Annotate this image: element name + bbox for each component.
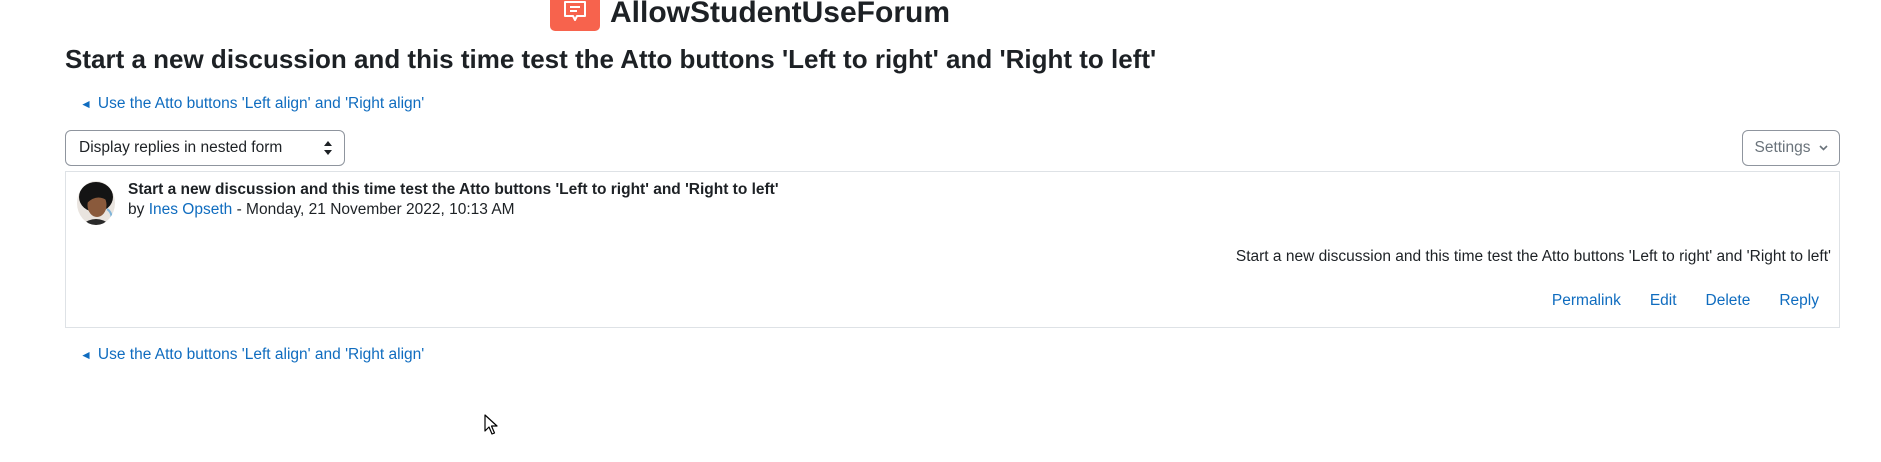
previous-discussion-label: Use the Atto buttons 'Left align' and 'R… <box>97 95 425 112</box>
settings-label: Settings <box>1754 139 1811 156</box>
post-date: Monday, 21 November 2022, 10:13 AM <box>246 201 515 218</box>
discussion-title: Start a new discussion and this time tes… <box>65 44 1157 74</box>
post-subject: Start a new discussion and this time tes… <box>128 181 779 198</box>
mouse-cursor-icon <box>484 414 498 435</box>
forum-post: Start a new discussion and this time tes… <box>65 171 1840 328</box>
previous-discussion-label: Use the Atto buttons 'Left align' and 'R… <box>97 346 425 363</box>
edit-link[interactable]: Edit <box>1650 292 1677 310</box>
forum-icon <box>550 0 600 31</box>
page: AllowStudentUseForum Start a new discuss… <box>0 0 1881 462</box>
date-separator: - <box>232 201 247 218</box>
avatar[interactable] <box>77 181 115 225</box>
settings-button[interactable]: Settings <box>1742 130 1840 166</box>
permalink-link[interactable]: Permalink <box>1552 292 1621 310</box>
previous-discussion-link-bottom[interactable]: ◄ Use the Atto buttons 'Left align' and '… <box>80 346 424 364</box>
display-mode-value: Display replies in nested form <box>79 139 283 156</box>
select-updown-icon <box>324 141 332 155</box>
previous-discussion-link[interactable]: ◄ Use the Atto buttons 'Left align' and '… <box>80 95 424 113</box>
delete-link[interactable]: Delete <box>1706 292 1751 310</box>
chevron-down-icon <box>1818 145 1828 151</box>
reply-link[interactable]: Reply <box>1779 292 1819 310</box>
post-byline: by Ines Opseth - Monday, 21 November 202… <box>128 201 515 219</box>
forum-header: AllowStudentUseForum <box>550 0 950 32</box>
post-actions: Permalink Edit Delete Reply <box>1523 292 1819 310</box>
author-link[interactable]: Ines Opseth <box>149 201 233 218</box>
display-mode-select[interactable]: Display replies in nested form <box>65 130 345 166</box>
post-message: Start a new discussion and this time tes… <box>1235 248 1831 265</box>
left-arrow-icon: ◄ <box>80 97 92 111</box>
forum-name: AllowStudentUseForum <box>610 0 951 29</box>
left-arrow-icon: ◄ <box>80 348 92 362</box>
by-prefix: by <box>128 201 145 218</box>
